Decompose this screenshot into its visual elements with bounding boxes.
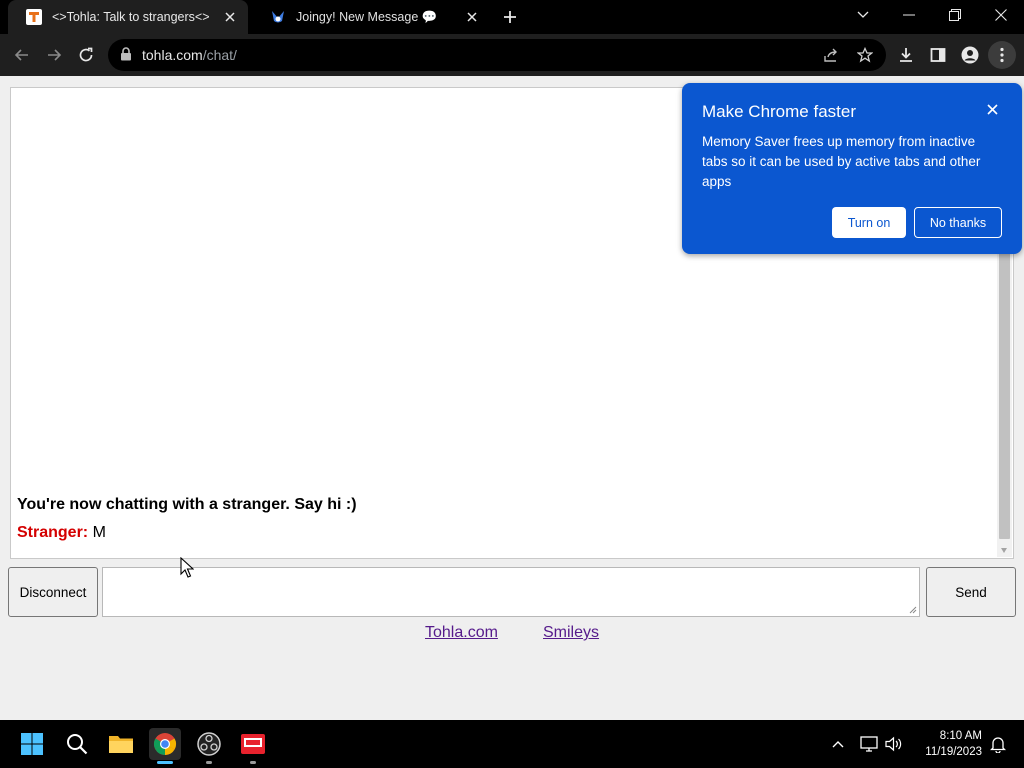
reload-icon[interactable] [72, 41, 100, 69]
mouse-cursor-icon [180, 557, 194, 578]
chevron-up-icon[interactable] [822, 728, 854, 760]
chat-status-message: You're now chatting with a stranger. Say… [17, 496, 357, 513]
joingy-favicon [270, 9, 286, 25]
resize-grip-icon[interactable] [909, 606, 917, 614]
close-icon[interactable] [218, 5, 242, 29]
footer-link-tohla[interactable]: Tohla.com [425, 624, 498, 642]
address-bar[interactable]: tohla.com/chat/ [108, 39, 886, 71]
windows-start-icon[interactable] [16, 728, 48, 760]
forward-arrow-icon[interactable] [40, 41, 68, 69]
clock-time: 8:10 AM [939, 730, 982, 742]
back-arrow-icon[interactable] [8, 41, 36, 69]
side-panel-icon[interactable] [924, 41, 952, 69]
obs-icon[interactable] [193, 728, 225, 764]
restore-icon[interactable] [932, 0, 978, 30]
clock-date: 11/19/2023 [925, 746, 982, 758]
scrollbar-thumb[interactable] [999, 239, 1010, 539]
stranger-message-line: Stranger: M [17, 524, 106, 542]
profile-icon[interactable] [956, 41, 984, 69]
active-app-indicator [157, 761, 173, 764]
download-icon[interactable] [892, 41, 920, 69]
stranger-label: Stranger: [17, 524, 89, 541]
send-button[interactable]: Send [926, 567, 1016, 617]
tab-title: <>Tohla: Talk to strangers<> [52, 10, 210, 24]
tab-joingy[interactable]: Joingy! New Message 💬 [252, 0, 490, 34]
windows-taskbar: 8:10 AM 11/19/2023 [0, 720, 1024, 768]
chevron-down-icon[interactable] [840, 0, 886, 30]
turn-on-button[interactable]: Turn on [832, 207, 906, 238]
notification-bell-icon[interactable] [982, 728, 1014, 760]
url-path: /chat/ [202, 47, 237, 63]
tab-title: Joingy! New Message 💬 [296, 9, 438, 24]
file-explorer-icon[interactable] [105, 728, 137, 760]
chrome-icon[interactable] [149, 728, 181, 764]
close-icon[interactable] [978, 0, 1024, 30]
search-icon[interactable] [61, 728, 93, 760]
tab-tohla[interactable]: <>Tohla: Talk to strangers<> [8, 0, 248, 34]
footer-link-smileys[interactable]: Smileys [543, 624, 599, 642]
star-icon[interactable] [856, 46, 874, 68]
no-thanks-button[interactable]: No thanks [914, 207, 1002, 238]
running-app-indicator [250, 761, 256, 764]
volume-icon[interactable] [878, 728, 910, 760]
browser-toolbar: tohla.com/chat/ [0, 34, 1024, 76]
system-clock[interactable]: 8:10 AM 11/19/2023 [914, 728, 982, 760]
close-icon[interactable] [984, 101, 1000, 117]
tohla-favicon [26, 9, 42, 25]
scroll-down-arrow-icon[interactable] [1001, 548, 1007, 553]
url-host: tohla.com [142, 47, 203, 63]
red-app-icon[interactable] [237, 728, 269, 764]
lock-icon[interactable] [120, 47, 132, 66]
share-icon[interactable] [823, 47, 839, 68]
close-icon[interactable] [460, 5, 484, 29]
disconnect-button[interactable]: Disconnect [8, 567, 98, 617]
popup-body: Memory Saver frees up memory from inacti… [702, 134, 981, 189]
url-text: tohla.com/chat/ [142, 47, 237, 63]
stranger-message: M [92, 524, 106, 541]
message-input[interactable] [102, 567, 920, 617]
kebab-menu-icon[interactable] [988, 41, 1016, 69]
popup-title: Make Chrome faster [702, 102, 856, 121]
running-app-indicator [206, 761, 212, 764]
memory-saver-popup: Make Chrome faster Memory Saver frees up… [682, 83, 1022, 254]
minimize-icon[interactable] [886, 0, 932, 30]
plus-icon[interactable] [498, 5, 522, 29]
tab-strip: <>Tohla: Talk to strangers<> Joingy! New… [0, 0, 1024, 34]
